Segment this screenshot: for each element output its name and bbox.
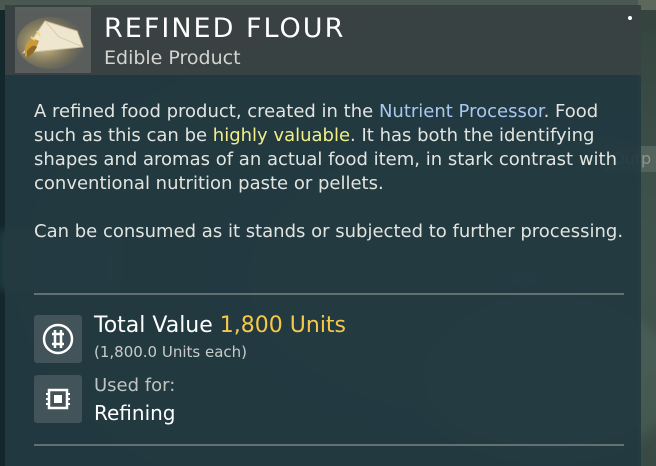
refiner-chip-icon <box>46 388 70 410</box>
item-description: A refined food product, created in the N… <box>34 100 624 268</box>
game-screen: Outp R <box>0 0 656 466</box>
description-paragraph-2: Can be consumed as it stands or subjecte… <box>34 221 624 242</box>
section-divider <box>34 293 624 295</box>
usage-icon-frame <box>34 375 82 423</box>
item-icon-frame <box>15 7 91 73</box>
unit-value: (1,800.0 Units each) <box>94 343 248 361</box>
highlighted-term: highly valuable <box>212 125 351 146</box>
nutrient-processor-link: Nutrient Processor <box>378 101 544 122</box>
item-header: REFINED FLOUR Edible Product <box>5 5 641 75</box>
item-tooltip-panel: REFINED FLOUR Edible Product A refined f… <box>5 5 641 466</box>
section-divider-bottom <box>34 444 624 446</box>
total-value-amount: 1,800 Units <box>219 313 347 338</box>
usage-value: Refining <box>94 401 176 425</box>
total-value-label: Total Value <box>94 313 213 338</box>
header-indicator-dot <box>628 16 632 20</box>
description-text: A refined food product, created in the <box>34 101 379 122</box>
total-value: Total Value 1,800 Units <box>94 313 346 338</box>
value-icon-frame <box>34 315 82 363</box>
item-title: REFINED FLOUR <box>104 13 346 44</box>
units-currency-icon <box>42 323 74 355</box>
item-category: Edible Product <box>104 47 241 69</box>
flour-pile-icon <box>17 17 85 69</box>
description-paragraph-1: A refined food product, created in the N… <box>34 100 624 196</box>
usage-label: Used for: <box>94 375 176 396</box>
